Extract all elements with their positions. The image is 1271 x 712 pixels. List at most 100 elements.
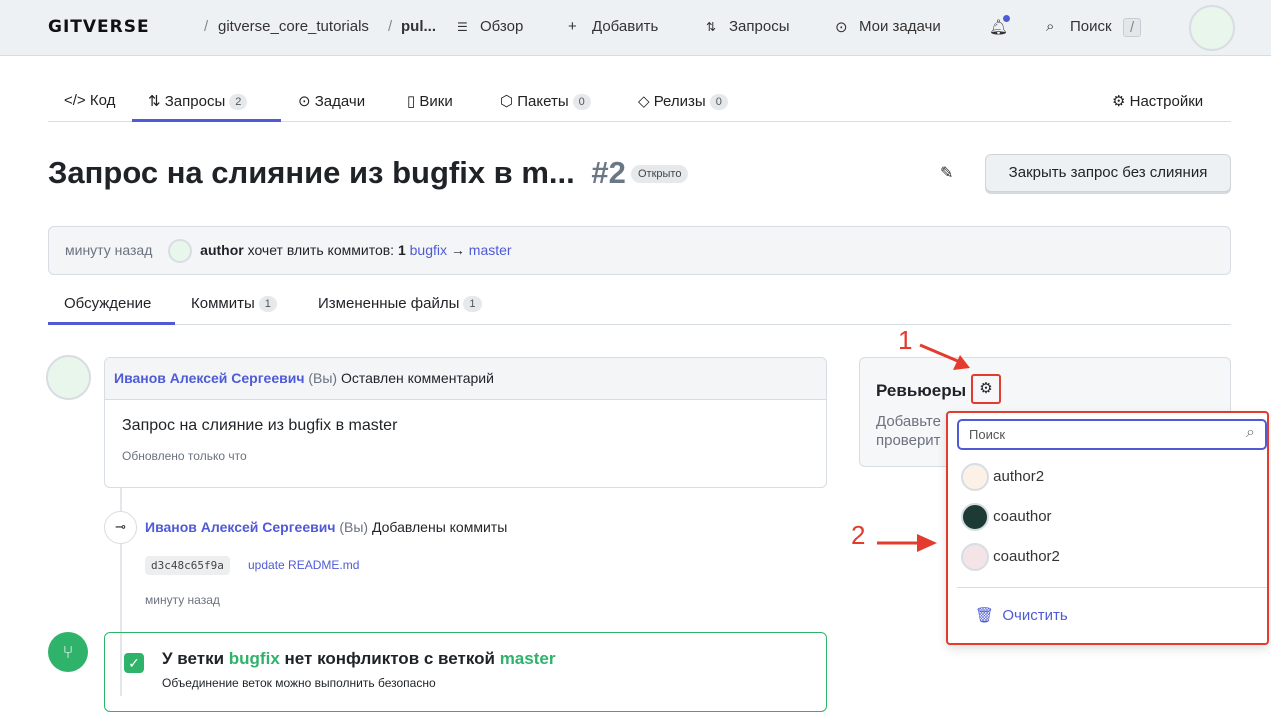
check-icon: ✓ xyxy=(124,653,144,673)
nav-add[interactable]: Добавить xyxy=(592,18,658,35)
source-branch-link[interactable]: bugfix xyxy=(410,242,447,258)
subtab-changed-files[interactable]: Измененные файлы 1 xyxy=(318,295,482,312)
commit-time: минуту назад xyxy=(145,593,220,607)
breadcrumb-page[interactable]: pul... xyxy=(401,18,436,35)
merge-text: У ветки xyxy=(162,649,225,668)
overview-icon: ☰ xyxy=(457,20,468,34)
comment-box: Иванов Алексей Сергеевич (Вы) Оставлен к… xyxy=(104,357,827,488)
tab-issues[interactable]: ⊙ Задачи xyxy=(298,92,365,110)
tab-label: Запросы xyxy=(164,93,226,110)
pr-number: #2 xyxy=(591,155,626,190)
breadcrumb-sep: / xyxy=(388,18,393,35)
you-label: (Вы) xyxy=(308,370,338,386)
merge-icon: ⑂ xyxy=(48,632,88,672)
reviewers-gear-icon[interactable]: ⚙ xyxy=(971,374,1001,404)
target-branch-link[interactable]: master xyxy=(469,242,512,258)
breadcrumb-repo[interactable]: gitverse_core_tutorials xyxy=(218,18,369,35)
subtab-commits[interactable]: Коммиты 1 xyxy=(191,295,277,312)
tab-code[interactable]: </> Код xyxy=(64,92,115,109)
comment-author-link[interactable]: Иванов Алексей Сергеевич xyxy=(114,370,304,386)
comment-header: Иванов Алексей Сергеевич (Вы) Оставлен к… xyxy=(105,358,826,400)
tab-label: Пакеты xyxy=(517,93,569,110)
info-commits: 1 xyxy=(397,242,406,258)
nav-overview[interactable]: Обзор xyxy=(480,18,523,35)
nav-my-tasks[interactable]: Мои задачи xyxy=(859,18,941,35)
pr-title: Запрос на слияние из bugfix в m... xyxy=(48,155,575,190)
annotation-2: 2 xyxy=(851,520,866,550)
count-badge: 0 xyxy=(572,94,591,110)
search-placeholder: Поиск xyxy=(969,427,1006,442)
commenter-avatar xyxy=(46,355,91,400)
edit-pencil-icon[interactable]: ✎ xyxy=(940,163,953,183)
commit-hash[interactable]: d3c48c65f9a xyxy=(145,556,230,575)
reviewers-dropdown: Поиск ⌕ author2 coauthor coauthor2 🗑︎ Оч… xyxy=(946,411,1269,645)
active-tab-indicator xyxy=(132,119,281,122)
commit-author-link[interactable]: Иванов Алексей Сергеевич xyxy=(145,519,335,535)
subtab-discussion[interactable]: Обсуждение xyxy=(64,295,151,312)
tab-code-label: Код xyxy=(89,92,116,109)
annotation-1: 1 xyxy=(898,325,913,355)
tab-packages[interactable]: ⬡ Пакеты 0 xyxy=(500,92,591,110)
merge-target: master xyxy=(499,649,556,668)
user-avatar xyxy=(961,463,989,491)
notification-dot xyxy=(1003,15,1010,22)
commit-icon: ⊸ xyxy=(104,511,137,544)
reviewers-desc: Добавьте проверит xyxy=(876,412,941,450)
subtabs-divider xyxy=(48,324,1231,325)
gitverse-logo[interactable]: GITVERSE xyxy=(48,17,150,37)
tab-releases[interactable]: ◇ Релизы 0 xyxy=(638,92,728,110)
tab-wiki[interactable]: ▯ Вики xyxy=(407,92,453,110)
user-avatar xyxy=(961,503,989,531)
annotation-arrow-1 xyxy=(919,343,970,370)
nav-requests[interactable]: Запросы xyxy=(729,18,790,35)
count-badge: 1 xyxy=(258,296,277,312)
info-author[interactable]: author xyxy=(200,242,244,258)
pull-request-icon: ⇅ xyxy=(706,20,717,34)
reviewers-desc-line: Добавьте xyxy=(876,413,941,430)
breadcrumb-sep: / xyxy=(204,18,209,35)
search-shortcut: / xyxy=(1123,18,1142,37)
author-avatar xyxy=(168,239,193,264)
annotation-arrow-2 xyxy=(877,534,937,552)
page-title: Запрос на слияние из bugfix в m... #2 xyxy=(48,155,626,191)
top-header: GITVERSE / gitverse_core_tutorials / pul… xyxy=(0,0,1271,56)
user-item[interactable]: author2 xyxy=(961,463,1044,491)
reviewers-desc-line: проверит xyxy=(876,432,941,449)
user-avatar[interactable] xyxy=(1189,5,1235,51)
subtab-label: Коммиты xyxy=(191,295,255,312)
tab-label: Вики xyxy=(419,93,453,110)
search-icon: ⌕ xyxy=(1246,424,1255,441)
status-badge: Открыто xyxy=(631,165,689,183)
plus-icon: + xyxy=(568,18,577,35)
commit-message-link[interactable]: update README.md xyxy=(248,558,359,572)
active-subtab-indicator xyxy=(48,322,175,325)
trash-icon: 🗑︎ xyxy=(975,607,995,624)
dropdown-divider xyxy=(957,587,1267,588)
merge-status-title: У ветки bugfix нет конфликтов с веткой m… xyxy=(162,649,555,669)
info-time: минуту назад xyxy=(65,242,153,258)
issues-icon: ⊙ xyxy=(835,19,848,36)
tab-label: Настройки xyxy=(1129,93,1204,110)
commit-action: Добавлены коммиты xyxy=(371,519,508,535)
search-icon: ⌕ xyxy=(1046,18,1055,35)
reviewers-title: Ревьюеры xyxy=(876,381,967,400)
subtab-label: Измененные файлы xyxy=(318,295,460,312)
user-item[interactable]: coauthor2 xyxy=(961,543,1060,571)
comment-body: Запрос на слияние из bugfix в master xyxy=(122,417,398,434)
comment-action: Оставлен комментарий xyxy=(340,370,494,386)
header-search[interactable]: Поиск xyxy=(1070,18,1112,35)
count-badge: 1 xyxy=(463,296,482,312)
user-name: author2 xyxy=(993,467,1045,485)
tab-label: Задачи xyxy=(314,93,366,110)
commit-event: Иванов Алексей Сергеевич (Вы) Добавлены … xyxy=(145,519,507,535)
reviewer-search-input[interactable]: Поиск ⌕ xyxy=(957,419,1267,450)
tab-settings[interactable]: ⚙ Настройки xyxy=(1112,92,1203,110)
user-name: coauthor xyxy=(993,507,1052,525)
tab-requests[interactable]: ⇅ Запросы 2 xyxy=(148,92,248,110)
merge-status-sub: Объединение веток можно выполнить безопа… xyxy=(162,676,436,690)
user-item[interactable]: coauthor xyxy=(961,503,1052,531)
merge-branch: bugfix xyxy=(228,649,280,668)
clear-button[interactable]: 🗑︎ Очистить xyxy=(975,606,1068,624)
close-without-merge-button[interactable]: Закрыть запрос без слияния xyxy=(985,154,1231,192)
count-badge: 0 xyxy=(709,94,728,110)
